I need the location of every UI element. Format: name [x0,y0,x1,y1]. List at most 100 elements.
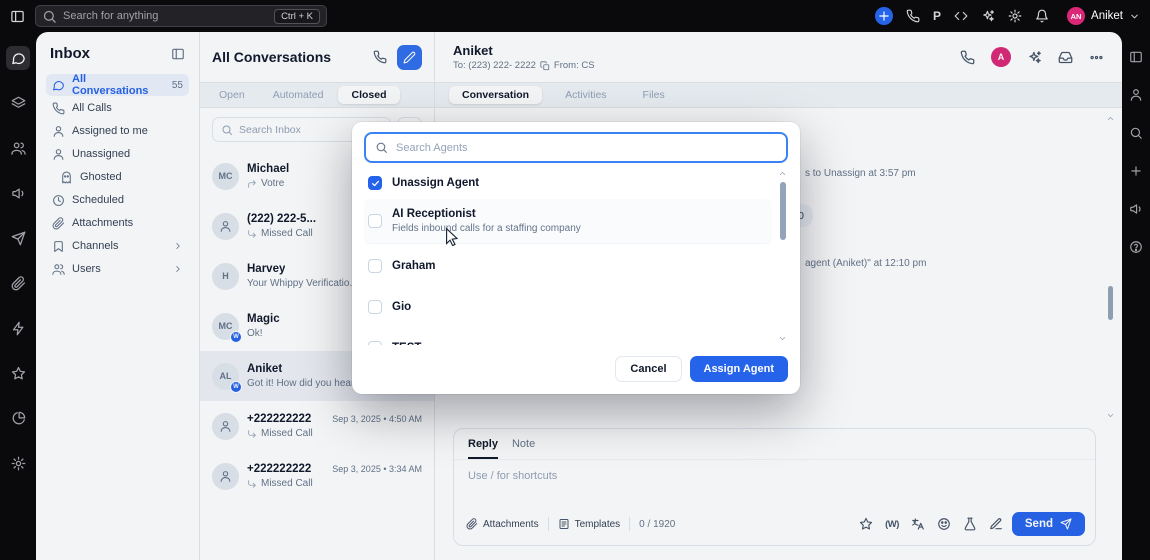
tab-conversation[interactable]: Conversation [449,86,543,104]
nav-attachments-button[interactable] [6,271,30,295]
option-label: Gio [392,301,412,313]
chat-icon [52,79,65,92]
translate-icon[interactable] [911,517,925,531]
nav-inbox-button[interactable] [6,46,30,70]
settings-icon[interactable] [1008,9,1022,23]
sidebar-item-assigned-to-me[interactable]: Assigned to me [46,120,189,142]
announcements-icon[interactable] [1129,202,1143,216]
more-options-icon[interactable] [1089,50,1104,65]
left-nav-rail [0,32,36,560]
checkbox-unchecked[interactable] [368,259,382,273]
search-icon[interactable] [1129,126,1143,140]
call-icon[interactable] [960,50,975,65]
profile-icon[interactable] [1129,88,1143,102]
checkbox-unchecked[interactable] [368,341,382,345]
avatar-initials: H [222,271,229,281]
option-ai-receptionist[interactable]: AI Receptionist Fields inbound calls for… [364,199,772,244]
nav-people-button[interactable] [6,136,30,160]
send-button[interactable]: Send [1011,512,1085,536]
tab-open[interactable]: Open [206,86,258,104]
conversation-item-phone-2[interactable]: +222222222 Sep 3, 2025 • 4:50 AM Missed C… [200,401,434,451]
agent-search-input[interactable] [364,132,788,163]
tab-files[interactable]: Files [630,86,678,104]
new-call-icon[interactable] [373,50,387,64]
tab-closed[interactable]: Closed [338,86,400,104]
nav-automations-button[interactable] [6,316,30,340]
layers-icon [11,96,26,111]
person-icon [219,470,232,483]
assignee-avatar[interactable]: A [991,47,1011,67]
templates-button[interactable]: Templates [558,518,620,530]
sidebar-item-all-calls[interactable]: All Calls [46,97,189,119]
assign-agent-button[interactable]: Assign Agent [689,356,788,382]
scrollbar-thumb[interactable] [779,182,786,240]
nav-settings-button[interactable] [6,451,30,475]
option-test[interactable]: TEST [364,332,772,345]
collapse-panel-icon[interactable] [171,47,185,61]
plus-icon[interactable] [1129,164,1143,178]
sparkle-icon[interactable] [981,9,995,23]
nav-analytics-button[interactable] [6,406,30,430]
option-unassign-agent[interactable]: Unassign Agent [364,167,772,199]
scroll-down-icon[interactable] [1106,411,1115,420]
attachments-button[interactable]: Attachments [466,518,539,530]
scrollbar-thumb[interactable] [1107,286,1113,320]
avatar: H [212,262,239,290]
global-search-field[interactable] [63,10,269,22]
sidebar-item-all-conversations[interactable]: All Conversations 55 [46,73,189,97]
checkbox-unchecked[interactable] [368,300,382,314]
agent-search-field[interactable] [396,141,777,154]
calls-icon[interactable] [906,9,920,23]
tab-automated[interactable]: Automated [260,86,337,104]
message-input[interactable]: Use / for shortcuts [454,460,1095,512]
copy-icon[interactable] [540,61,550,71]
panel-toggle-icon[interactable] [1129,50,1143,64]
nav-sequences-button[interactable] [6,226,30,250]
archive-inbox-icon[interactable] [1058,50,1073,65]
sidebar-item-attachments[interactable]: Attachments [46,212,189,234]
nav-favorites-button[interactable] [6,361,30,385]
emoji-icon[interactable] [937,517,951,531]
sidebar-item-ghosted[interactable]: Ghosted [46,166,189,188]
developer-icon[interactable] [954,9,968,23]
scroll-up-icon[interactable] [778,169,787,178]
person-icon [219,420,232,433]
option-graham[interactable]: Graham [364,250,772,282]
sidebar-item-scheduled[interactable]: Scheduled [46,189,189,211]
tab-reply[interactable]: Reply [468,438,498,459]
scroll-up-icon[interactable] [1106,114,1115,123]
help-icon[interactable] [1129,240,1143,254]
scroll-down-icon[interactable] [778,334,787,343]
experiment-icon[interactable] [963,517,977,531]
sidebar-item-users[interactable]: Users [46,258,189,280]
cancel-button[interactable]: Cancel [615,356,682,382]
tab-activities[interactable]: Activities [552,86,619,104]
chevron-right-icon [173,241,183,251]
sidebar-item-unassigned[interactable]: Unassigned [46,143,189,165]
quick-add-button[interactable] [875,7,894,25]
user-menu[interactable]: AN Aniket [1067,7,1140,25]
reply-arrow-icon [247,179,257,189]
star-icon[interactable] [859,517,873,531]
checkbox-unchecked[interactable] [368,214,382,228]
tab-note[interactable]: Note [512,438,535,459]
template-icon [558,518,570,530]
sidebar-item-channels[interactable]: Channels [46,235,189,257]
signature-icon[interactable] [989,517,1003,531]
list-tabs: Open Automated Closed [200,82,434,108]
thread-scrollbar[interactable] [1105,114,1115,420]
whippy-ai-icon[interactable]: (W) [885,519,899,530]
conversation-item-phone-3[interactable]: +222222222 Sep 3, 2025 • 3:34 AM Missed C… [200,451,434,501]
compose-button[interactable] [397,44,422,70]
global-search-input[interactable]: Ctrl + K [35,5,327,27]
sidebar-toggle-icon[interactable] [10,9,25,24]
notifications-bell-icon[interactable] [1035,9,1049,23]
checkbox-checked[interactable] [368,176,382,190]
nav-campaigns-button[interactable] [6,181,30,205]
modal-scrollbar[interactable] [777,169,788,343]
ai-agent-icon[interactable] [1027,50,1042,65]
nav-contacts-button[interactable] [6,91,30,115]
option-gio[interactable]: Gio [364,291,772,323]
conversation-tabs: Conversation Activities Files [435,82,1122,108]
payments-icon[interactable]: P [933,9,941,23]
